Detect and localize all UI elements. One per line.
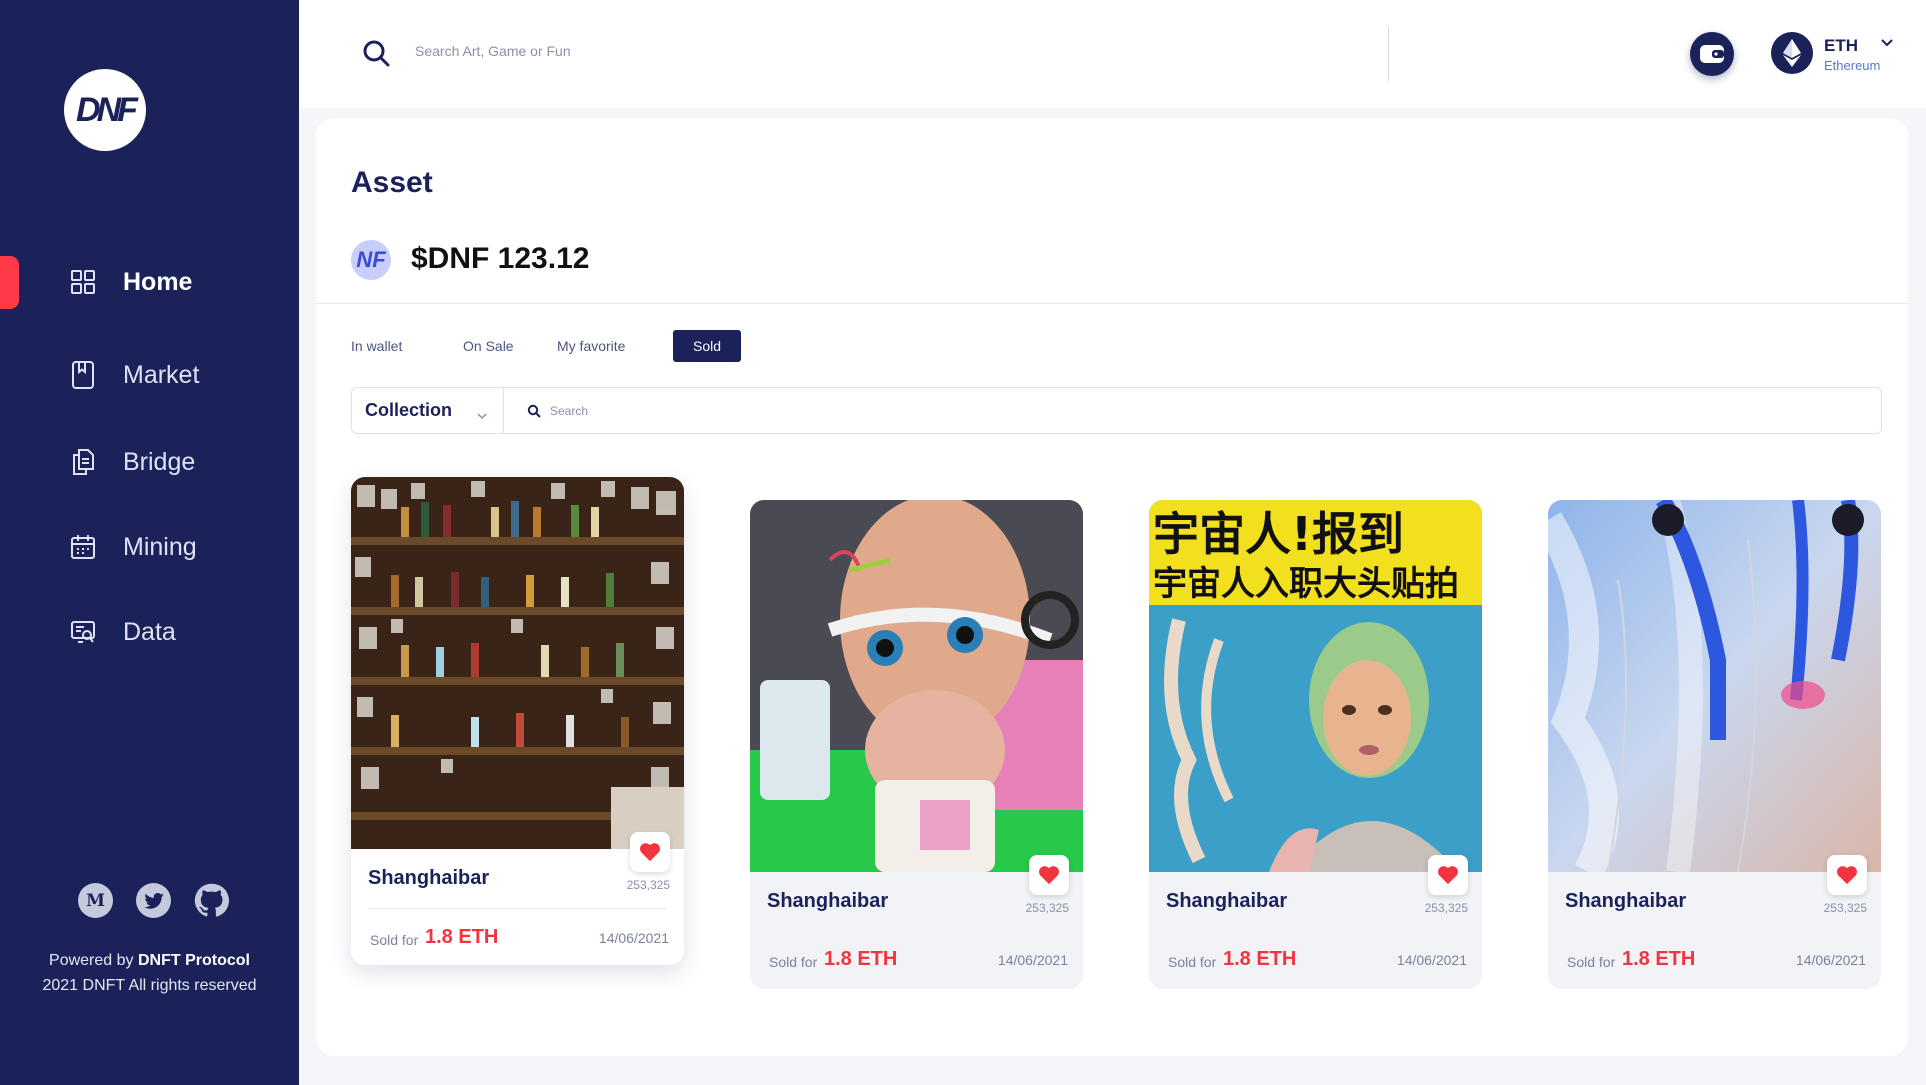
sidebar-item-label: Market (123, 360, 200, 389)
favorite-button[interactable] (1428, 855, 1468, 895)
nft-card[interactable]: 253,325 Shanghaibar Sold for 1.8 ETH 14/… (351, 477, 684, 965)
network-symbol[interactable]: ETH (1824, 36, 1858, 56)
sidebar-item-data[interactable]: Data (68, 612, 176, 652)
nft-name: Shanghaibar (767, 890, 889, 912)
collection-search-input[interactable] (550, 400, 1150, 422)
copyright-text: 2021 DNFT All rights reserved (42, 977, 257, 994)
sale-price: 1.8 ETH (824, 948, 898, 970)
tab-my-favorite[interactable]: My favorite (557, 330, 625, 362)
filter-bar: Collection (351, 387, 1882, 434)
dnf-token-icon: NF (351, 240, 391, 280)
nft-card[interactable]: 253,325 Shanghaibar Sold for 1.8 ETH 14/… (1548, 500, 1881, 989)
sale-date: 14/06/2021 (1795, 952, 1866, 968)
tab-sold[interactable]: Sold (673, 330, 742, 362)
sidebar-item-label: Home (123, 267, 193, 296)
sale-date: 14/06/2021 (598, 930, 669, 946)
sidebar-item-bridge[interactable]: Bridge (68, 442, 195, 482)
sold-for-label: Sold for (769, 954, 818, 970)
sale-price: 1.8 ETH (1223, 948, 1297, 970)
divider (316, 303, 1908, 304)
data-screen-icon (68, 617, 98, 647)
token-icon-text: NF (356, 247, 386, 272)
sold-for-label: Sold for (370, 932, 419, 948)
topbar-divider (1388, 26, 1389, 81)
medium-glyph: M (86, 890, 105, 911)
page-title: Asset (351, 166, 433, 199)
nft-name: Shanghaibar (1166, 890, 1288, 912)
wallet-icon (1700, 45, 1724, 63)
nft-artwork[interactable] (750, 500, 1083, 872)
nft-card[interactable]: 253,325 Shanghaibar Sold for 1.8 ETH 14/… (750, 500, 1083, 989)
nft-artwork[interactable]: 宇宙人!报到 宇宙人入职大头贴拍 (1149, 500, 1482, 872)
favorite-button[interactable] (630, 832, 670, 872)
sale-date: 14/06/2021 (1396, 952, 1467, 968)
social-links: M (78, 883, 229, 918)
sidebar-item-label: Data (123, 617, 176, 646)
like-count: 253,325 (1823, 901, 1867, 915)
nft-artwork[interactable] (1548, 500, 1881, 872)
nft-card[interactable]: 宇宙人!报到 宇宙人入职大头贴拍 253,325 Shanghaibar Sol… (1149, 500, 1482, 989)
powered-prefix: Powered by (49, 952, 134, 969)
like-count: 253,325 (1025, 901, 1069, 915)
sold-for-label: Sold for (1567, 954, 1616, 970)
bookmark-icon (68, 360, 98, 390)
grid-icon (68, 267, 98, 297)
sidebar-item-label: Mining (123, 532, 197, 561)
sale-price: 1.8 ETH (425, 926, 499, 948)
asset-panel: Asset NF $DNF 123.12 In wallet On Sale M… (316, 118, 1908, 1056)
chevron-down-icon (477, 407, 487, 420)
heart-icon (1039, 866, 1059, 885)
collection-dropdown[interactable]: Collection (352, 388, 504, 433)
search-icon[interactable] (361, 38, 391, 68)
ethereum-icon[interactable] (1771, 32, 1813, 74)
sold-for-label: Sold for (1168, 954, 1217, 970)
like-count: 253,325 (1424, 901, 1468, 915)
nft-artwork[interactable] (351, 477, 684, 849)
sale-date: 14/06/2021 (997, 952, 1068, 968)
chevron-down-icon[interactable] (1880, 36, 1894, 50)
active-nav-indicator (0, 256, 19, 309)
twitter-icon[interactable] (136, 883, 171, 918)
tab-in-wallet[interactable]: In wallet (351, 330, 402, 362)
sidebar-item-home[interactable]: Home (68, 262, 192, 302)
sidebar-item-label: Bridge (123, 447, 196, 476)
tab-on-sale[interactable]: On Sale (463, 330, 514, 362)
medium-icon[interactable]: M (78, 883, 113, 918)
github-icon[interactable] (194, 883, 229, 918)
powered-brand-link[interactable]: DNFT Protocol (138, 952, 250, 969)
search-icon (527, 404, 541, 418)
poster-subline: 宇宙人入职大头贴拍 (1153, 564, 1459, 604)
sidebar-item-mining[interactable]: Mining (68, 527, 197, 567)
footer-credits: Powered by DNFT Protocol 2021 DNFT All r… (0, 948, 299, 998)
favorite-button[interactable] (1029, 855, 1069, 895)
heart-icon (1837, 866, 1857, 885)
divider (368, 908, 667, 909)
favorite-button[interactable] (1827, 855, 1867, 895)
logo-text: DNF (76, 90, 138, 129)
nft-name: Shanghaibar (368, 867, 490, 889)
calendar-icon (68, 532, 98, 562)
network-name: Ethereum (1824, 58, 1881, 73)
sidebar: DNF Home Market Bridge Mining Data M Pow… (0, 0, 299, 1085)
collection-label: Collection (365, 400, 453, 420)
like-count: 253,325 (626, 878, 670, 892)
top-bar: ETH Ethereum (299, 0, 1926, 108)
sale-price: 1.8 ETH (1622, 948, 1696, 970)
token-balance: $DNF 123.12 (411, 242, 590, 275)
sidebar-item-market[interactable]: Market (68, 355, 199, 395)
wallet-button[interactable] (1690, 32, 1734, 76)
global-search-input[interactable] (415, 38, 1115, 64)
heart-icon (1438, 866, 1458, 885)
nft-name: Shanghaibar (1565, 890, 1687, 912)
brand-logo[interactable]: DNF (64, 69, 146, 151)
heart-icon (640, 843, 660, 862)
poster-headline: 宇宙人!报到 (1153, 507, 1404, 561)
documents-icon (68, 447, 98, 477)
